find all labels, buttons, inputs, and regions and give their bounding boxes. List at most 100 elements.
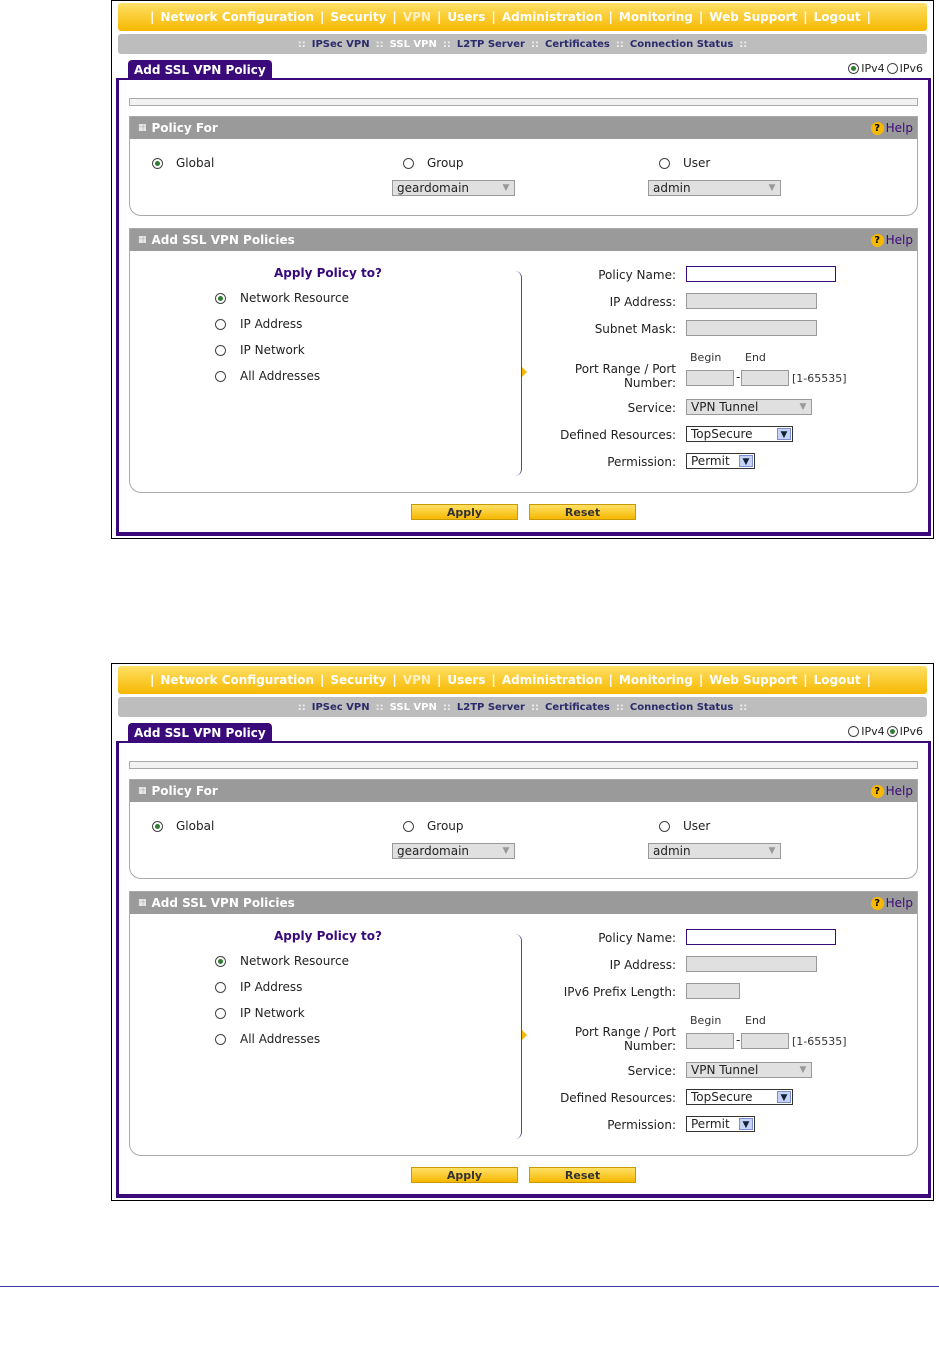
ipv6-radio[interactable] <box>886 63 898 74</box>
nav-security[interactable]: Security <box>330 673 386 687</box>
nav-web-support[interactable]: Web Support <box>709 673 797 687</box>
nav-logout[interactable]: Logout <box>814 10 861 24</box>
nav-vpn[interactable]: VPN <box>403 673 431 687</box>
policy-for-header: ▦ Policy For <box>130 117 917 139</box>
target-network-resource-label: Network Resource <box>240 291 349 305</box>
port-end-input[interactable] <box>741 370 789 386</box>
user-select[interactable]: admin ▼ <box>648 843 781 859</box>
nav-administration[interactable]: Administration <box>502 673 603 687</box>
subnav-ipsec-vpn[interactable]: IPSec VPN <box>312 702 370 713</box>
user-radio[interactable] <box>659 821 670 832</box>
policies-help[interactable]: ? Help <box>870 896 913 910</box>
ipv6-prefix-length-label: IPv6 Prefix Length: <box>563 985 676 999</box>
subnav-ssl-vpn[interactable]: SSL VPN <box>390 702 437 713</box>
target-network-resource-radio[interactable] <box>215 293 226 304</box>
ipv4-radio[interactable] <box>848 726 860 737</box>
top-nav: | Network Configuration | Security | VPN | … <box>118 3 927 31</box>
ip-address-label: IP Address: <box>609 295 676 309</box>
grip-icon: ▦ <box>138 898 146 908</box>
global-radio[interactable] <box>152 821 163 832</box>
subnav-ipsec-vpn[interactable]: IPSec VPN <box>312 39 370 50</box>
subnav-connection-status[interactable]: Connection Status <box>630 39 733 50</box>
target-ip-network-radio[interactable] <box>215 1008 226 1019</box>
target-all-addresses-radio[interactable] <box>215 371 226 382</box>
subnav-l2tp-server[interactable]: L2TP Server <box>457 39 525 50</box>
user-select[interactable]: admin ▼ <box>648 180 781 196</box>
ipv4-radio[interactable] <box>848 63 860 74</box>
nav-users[interactable]: Users <box>447 673 485 687</box>
ipv6-label: IPv6 <box>899 62 923 75</box>
group-radio[interactable] <box>403 158 414 169</box>
ip-version-selector: IPv4 IPv6 <box>848 725 923 738</box>
permission-select[interactable]: Permit ▼ <box>686 453 755 469</box>
target-ip-address-label: IP Address <box>240 980 303 994</box>
chevron-down-icon: ▼ <box>777 428 791 440</box>
ip-address-input[interactable] <box>686 956 817 972</box>
ipv6-radio[interactable] <box>886 726 898 737</box>
service-select-value: VPN Tunnel <box>691 400 759 414</box>
defined-resources-select[interactable]: TopSecure ▼ <box>686 426 793 442</box>
subnet-mask-input[interactable] <box>686 320 817 336</box>
nav-monitoring[interactable]: Monitoring <box>619 673 693 687</box>
help-icon: ? <box>870 896 884 910</box>
port-range-hint: [1-65535] <box>792 1035 847 1048</box>
policies-header: ▦ Add SSL VPN Policies <box>130 892 917 914</box>
reset-button[interactable]: Reset <box>529 504 636 520</box>
reset-button[interactable]: Reset <box>529 1167 636 1183</box>
policy-for-help[interactable]: ? Help <box>870 121 913 135</box>
nav-network-configuration[interactable]: Network Configuration <box>160 10 314 24</box>
chevron-down-icon: ▼ <box>768 846 776 856</box>
apply-button[interactable]: Apply <box>411 504 518 520</box>
permission-select[interactable]: Permit ▼ <box>686 1116 755 1132</box>
group-radio[interactable] <box>403 821 414 832</box>
ip-version-selector: IPv4 IPv6 <box>848 62 923 75</box>
nav-administration[interactable]: Administration <box>502 10 603 24</box>
nav-vpn[interactable]: VPN <box>403 10 431 24</box>
apply-button[interactable]: Apply <box>411 1167 518 1183</box>
port-begin-input[interactable] <box>686 1033 734 1049</box>
ip-address-input[interactable] <box>686 293 817 309</box>
target-ip-network-label: IP Network <box>240 343 305 357</box>
nav-network-configuration[interactable]: Network Configuration <box>160 673 314 687</box>
tab-add-ssl-vpn-policy[interactable]: Add SSL VPN Policy <box>128 60 272 80</box>
service-label: Service: <box>627 401 676 415</box>
target-all-addresses-radio[interactable] <box>215 1034 226 1045</box>
group-select[interactable]: geardomain ▼ <box>392 843 515 859</box>
subnav-certificates[interactable]: Certificates <box>545 702 610 713</box>
help-label: Help <box>885 784 913 798</box>
policies-help[interactable]: ? Help <box>870 233 913 247</box>
nav-logout[interactable]: Logout <box>814 673 861 687</box>
target-ip-address-radio[interactable] <box>215 319 226 330</box>
policy-name-input[interactable] <box>686 929 836 945</box>
policies-title: Add SSL VPN Policies <box>151 896 295 910</box>
user-radio[interactable] <box>659 158 670 169</box>
ipv4-label: IPv4 <box>861 725 885 738</box>
status-bar <box>129 98 918 106</box>
global-radio[interactable] <box>152 158 163 169</box>
chevron-down-icon: ▼ <box>768 183 776 193</box>
nav-users[interactable]: Users <box>447 10 485 24</box>
port-end-input[interactable] <box>741 1033 789 1049</box>
policy-for-help[interactable]: ? Help <box>870 784 913 798</box>
subnav-certificates[interactable]: Certificates <box>545 39 610 50</box>
nav-web-support[interactable]: Web Support <box>709 10 797 24</box>
defined-resources-select[interactable]: TopSecure ▼ <box>686 1089 793 1105</box>
target-ip-network-radio[interactable] <box>215 345 226 356</box>
port-begin-input[interactable] <box>686 370 734 386</box>
chevron-down-icon: ▼ <box>777 1091 791 1103</box>
nav-security[interactable]: Security <box>330 10 386 24</box>
service-select[interactable]: VPN Tunnel ▼ <box>686 399 812 415</box>
service-select[interactable]: VPN Tunnel ▼ <box>686 1062 812 1078</box>
tab-add-ssl-vpn-policy[interactable]: Add SSL VPN Policy <box>128 723 272 743</box>
ipv6-prefix-length-input[interactable] <box>686 983 740 999</box>
policy-name-input[interactable] <box>686 266 836 282</box>
target-network-resource-radio[interactable] <box>215 956 226 967</box>
subnav-l2tp-server[interactable]: L2TP Server <box>457 702 525 713</box>
group-select[interactable]: geardomain ▼ <box>392 180 515 196</box>
subnav-ssl-vpn[interactable]: SSL VPN <box>390 39 437 50</box>
target-ip-address-radio[interactable] <box>215 982 226 993</box>
nav-monitoring[interactable]: Monitoring <box>619 10 693 24</box>
subnav-connection-status[interactable]: Connection Status <box>630 702 733 713</box>
policy-name-label: Policy Name: <box>598 268 676 282</box>
help-icon: ? <box>870 233 884 247</box>
